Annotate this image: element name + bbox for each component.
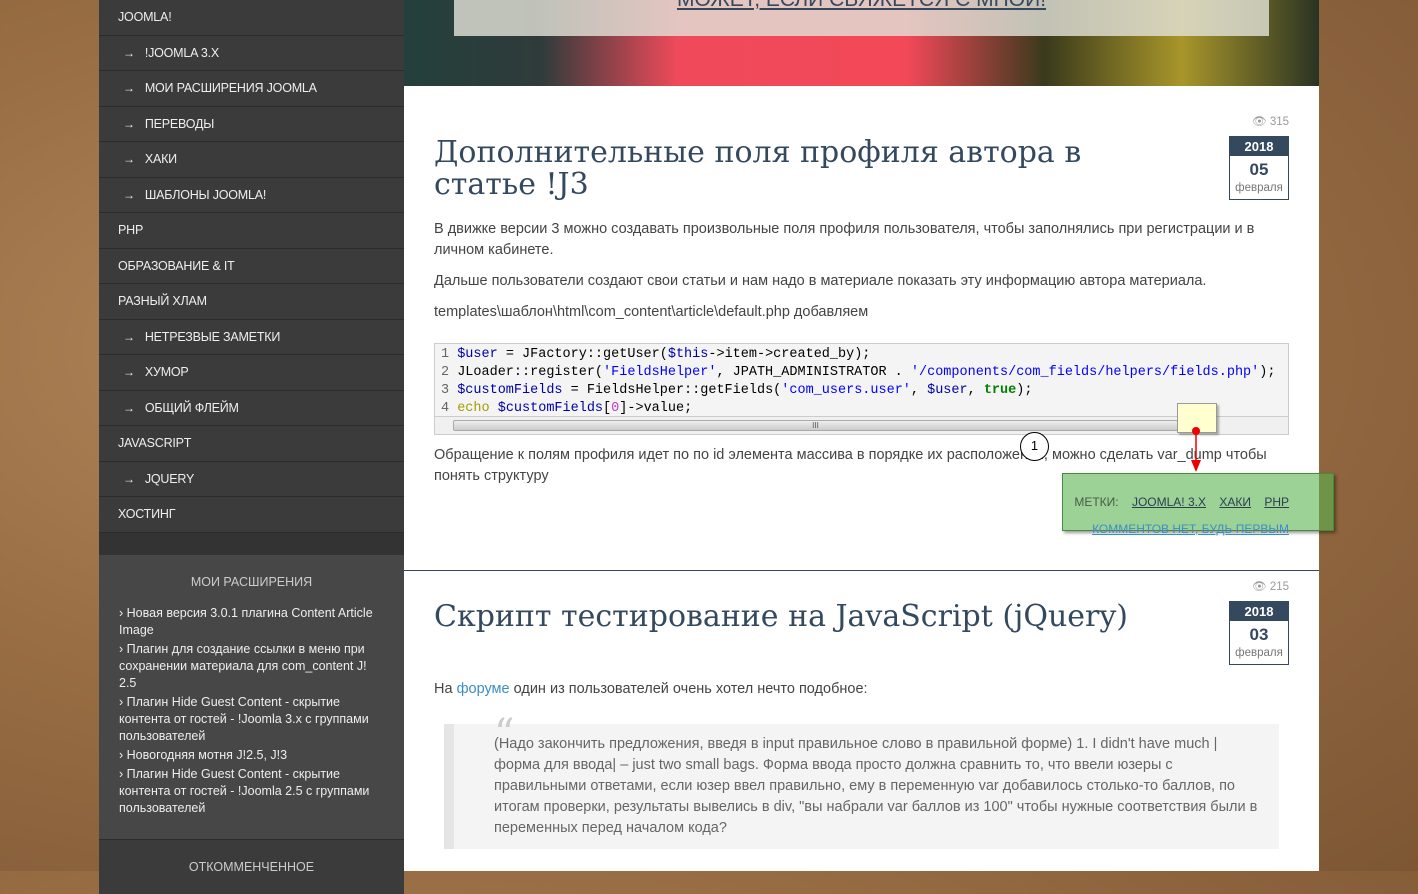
quote-icon: “ — [494, 711, 515, 757]
arrow-right-icon: → — [123, 152, 135, 167]
chevron-right-icon: › — [119, 766, 127, 781]
tags: МЕТКИ: JOOMLA! 3.X ХАКИ PHP — [1074, 495, 1289, 509]
sidebar-menu-item[interactable]: → !JOOMLA 3.X — [99, 36, 404, 71]
tag-haki[interactable]: ХАКИ — [1219, 495, 1251, 509]
tag-joomla3[interactable]: JOOMLA! 3.X — [1132, 495, 1206, 509]
sidebar-menu-item[interactable]: РАЗНЫЙ ХЛАМ — [99, 284, 404, 320]
arrow-right-icon: → — [123, 45, 135, 60]
banner-caption-link[interactable]: МОЖЕТ, ЕСЛИ СВЯЖЕТСЯ С МНОЙ! — [677, 0, 1046, 11]
code-block: 1 $user = JFactory::getUser($this->item-… — [434, 343, 1289, 417]
sidebar-menu-item[interactable]: → ПЕРЕВОДЫ — [99, 107, 404, 142]
divider — [99, 532, 404, 555]
blockquote: “ (Надо закончить предложения, введя в i… — [444, 711, 1279, 849]
date-box: 2018 03 февраля — [1229, 601, 1289, 665]
article-2: 👁 215 2018 03 февраля Скрипт тестировани… — [434, 579, 1289, 849]
eye-icon: 👁 — [1252, 116, 1267, 128]
arrow-right-icon: → — [123, 81, 135, 96]
date-box: 2018 05 февраля — [1229, 136, 1289, 200]
most-commented-widget: ОТКОММЕНЧЕННОЕ — [99, 838, 404, 894]
chevron-right-icon: › — [119, 694, 127, 709]
code-horizontal-scrollbar[interactable]: III — [434, 417, 1289, 435]
arrow-right-icon: → — [123, 400, 135, 415]
annotation-number-badge: 1 — [1020, 432, 1049, 461]
banner-image: МОЖЕТ, ЕСЛИ СВЯЖЕТСЯ С МНОЙ! — [404, 0, 1319, 86]
extension-link[interactable]: › Плагин Hide Guest Content - скрытие ко… — [119, 694, 384, 745]
sidebar-menu-item[interactable]: ОБРАЗОВАНИЕ & IT — [99, 249, 404, 284]
arrow-right-icon: → — [123, 365, 135, 380]
sidebar-menu-item[interactable]: JOOMLA! — [99, 0, 404, 36]
arrow-right-icon: → — [123, 116, 135, 131]
scrollbar-thumb[interactable]: III — [453, 420, 1178, 431]
sidebar-menu-item[interactable]: ХОСТИНГ — [99, 497, 404, 533]
chevron-right-icon: › — [119, 747, 127, 762]
widget-title: МОИ РАСШИРЕНИЯ — [190, 574, 313, 589]
sidebar-menu-item[interactable]: → ХУМОР — [99, 355, 404, 391]
eye-icon: 👁 — [1252, 581, 1267, 593]
arrow-right-icon: → — [123, 329, 135, 344]
forum-link[interactable]: форуме — [457, 681, 510, 697]
view-count: 👁 215 — [1252, 581, 1289, 593]
view-count: 👁 315 — [1252, 116, 1289, 128]
extension-link[interactable]: › Новая версия 3.0.1 плагина Content Art… — [119, 605, 384, 639]
chevron-right-icon: › — [119, 641, 127, 656]
extension-link[interactable]: › Новогодняя мотня J!2.5, J!3 — [119, 747, 384, 764]
arrow-right-icon: → — [123, 187, 135, 202]
sidebar-menu-item[interactable]: → JQUERY — [99, 462, 404, 497]
sidebar-menu-item[interactable]: → НЕТРЕЗВЫЕ ЗАМЕТКИ — [99, 320, 404, 355]
sidebar-menu-item[interactable]: JAVASCRIPT — [99, 426, 404, 462]
sidebar-menu-item[interactable]: → ХАКИ — [99, 142, 404, 178]
sidebar-menu-item[interactable]: → ОБЩИЙ ФЛЕЙМ — [99, 391, 404, 426]
tag-php[interactable]: PHP — [1264, 495, 1289, 509]
widget-title: ОТКОММЕНЧЕННОЕ — [188, 859, 315, 874]
article-separator — [404, 570, 1319, 571]
sidebar-menu-item[interactable]: → ШАБЛОНЫ JOOMLA! — [99, 178, 404, 213]
sidebar-menu-item[interactable]: PHP — [99, 213, 404, 249]
my-extensions-widget: МОИ РАСШИРЕНИЯ › Новая версия 3.0.1 плаг… — [99, 554, 404, 839]
extension-link[interactable]: › Плагин для создание ссылки в меню при … — [119, 641, 384, 692]
article-title[interactable]: Скрипт тестирование на JavaScript (jQuer… — [434, 601, 1194, 633]
chevron-right-icon: › — [119, 605, 127, 620]
article-1: 👁 315 2018 05 февраля Дополнительные пол… — [434, 116, 1289, 536]
annotation-arrow — [1191, 427, 1201, 472]
article-title[interactable]: Дополнительные поля профиля автора в ста… — [434, 137, 1134, 201]
arrow-right-icon: → — [123, 471, 135, 486]
sidebar: JOOMLA! → !JOOMLA 3.X → МОИ РАСШИРЕНИЯ JOOML… — [99, 0, 404, 894]
comments-link[interactable]: КОММЕНТОВ НЕТ, БУДЬ ПЕРВЫМ — [1092, 522, 1289, 536]
sidebar-menu: JOOMLA! → !JOOMLA 3.X → МОИ РАСШИРЕНИЯ JOOML… — [99, 0, 404, 533]
extension-link[interactable]: › Плагин Hide Guest Content - скрытие ко… — [119, 766, 384, 817]
sidebar-menu-item[interactable]: → МОИ РАСШИРЕНИЯ JOOMLA — [99, 71, 404, 107]
